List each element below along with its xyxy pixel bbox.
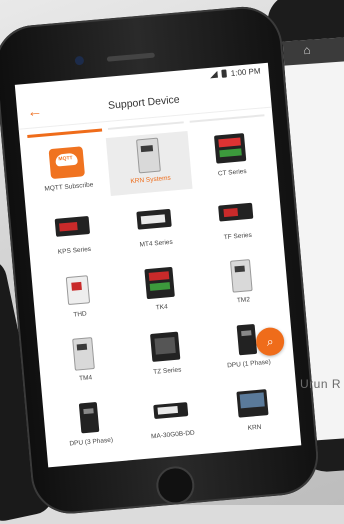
device-label: TM2: [236, 296, 251, 305]
sensor-icon: [60, 272, 97, 309]
device-tz-series[interactable]: TZ Series: [123, 322, 210, 387]
device-tm2[interactable]: TM2: [199, 251, 286, 316]
din-device-icon: [71, 399, 108, 436]
device-label: THD: [73, 310, 88, 319]
panel-meter-icon: [212, 130, 249, 167]
device-tf-series[interactable]: TF Series: [193, 188, 280, 253]
din-device-icon: [65, 336, 102, 373]
device-label: KRN: [247, 423, 262, 432]
device-label: DPU (3 Phase): [69, 436, 114, 448]
device-krn-systems[interactable]: KRN Systems: [105, 131, 193, 196]
device-mt4-series[interactable]: MT4 Series: [111, 195, 198, 260]
device-label: TM4: [78, 374, 93, 383]
signal-icon: [210, 71, 219, 79]
device-label: TK4: [155, 303, 168, 312]
device-tm4[interactable]: TM4: [41, 329, 128, 394]
device-dpu-3-phase[interactable]: DPU (3 Phase): [46, 393, 133, 458]
device-krn[interactable]: KRN: [210, 379, 297, 444]
din-device-icon: [130, 137, 167, 174]
device-label: MQTT Subscribe: [44, 181, 94, 193]
panel-meter-icon: [54, 208, 91, 245]
status-time: 1:00 PM: [230, 65, 261, 78]
panel-meter-icon: [234, 385, 271, 422]
camera-icon: [74, 55, 85, 66]
device-grid: MQTT MQTT Subscribe KRN Systems CT Serie…: [20, 118, 301, 459]
device-label: DPU (1 Phase): [226, 358, 272, 370]
battery-icon: [221, 69, 228, 78]
din-device-icon: [223, 257, 260, 294]
arrow-left-icon[interactable]: ←: [27, 103, 43, 121]
speaker: [106, 52, 155, 62]
device-label: TZ Series: [152, 366, 182, 376]
device-label: MA-30G0B-DD: [150, 429, 195, 441]
overlay-caption: Urun R: [300, 377, 342, 391]
device-mqtt-subscribe[interactable]: MQTT MQTT Subscribe: [24, 138, 111, 203]
device-ma-30g0b-dd[interactable]: MA-30G0B-DD: [128, 386, 215, 451]
cloud-icon: MQTT: [48, 144, 86, 181]
panel-meter-icon: [217, 194, 254, 231]
panel-meter-icon: [136, 201, 173, 238]
phone: 1:00 PM ← Support Device MQTT MQTT Subsc…: [0, 0, 344, 518]
device-label: KPS Series: [57, 245, 92, 256]
device-label: CT Series: [217, 168, 247, 178]
device-tk4[interactable]: TK4: [117, 259, 204, 324]
phone-body: 1:00 PM ← Support Device MQTT MQTT Subsc…: [0, 3, 322, 517]
device-label: MT4 Series: [139, 238, 174, 249]
device-ct-series[interactable]: CT Series: [187, 124, 274, 189]
page-title: Support Device: [107, 93, 181, 112]
panel-meter-icon: [141, 265, 178, 302]
device-thd[interactable]: THD: [35, 266, 122, 331]
panel-meter-icon: [147, 328, 184, 365]
device-label: KRN Systems: [130, 174, 172, 186]
phone-screen: 1:00 PM ← Support Device MQTT MQTT Subsc…: [14, 62, 302, 468]
panel-meter-icon: [152, 392, 189, 429]
device-kps-series[interactable]: KPS Series: [30, 202, 117, 267]
device-label: TF Series: [223, 231, 253, 242]
home-button[interactable]: [154, 464, 196, 507]
